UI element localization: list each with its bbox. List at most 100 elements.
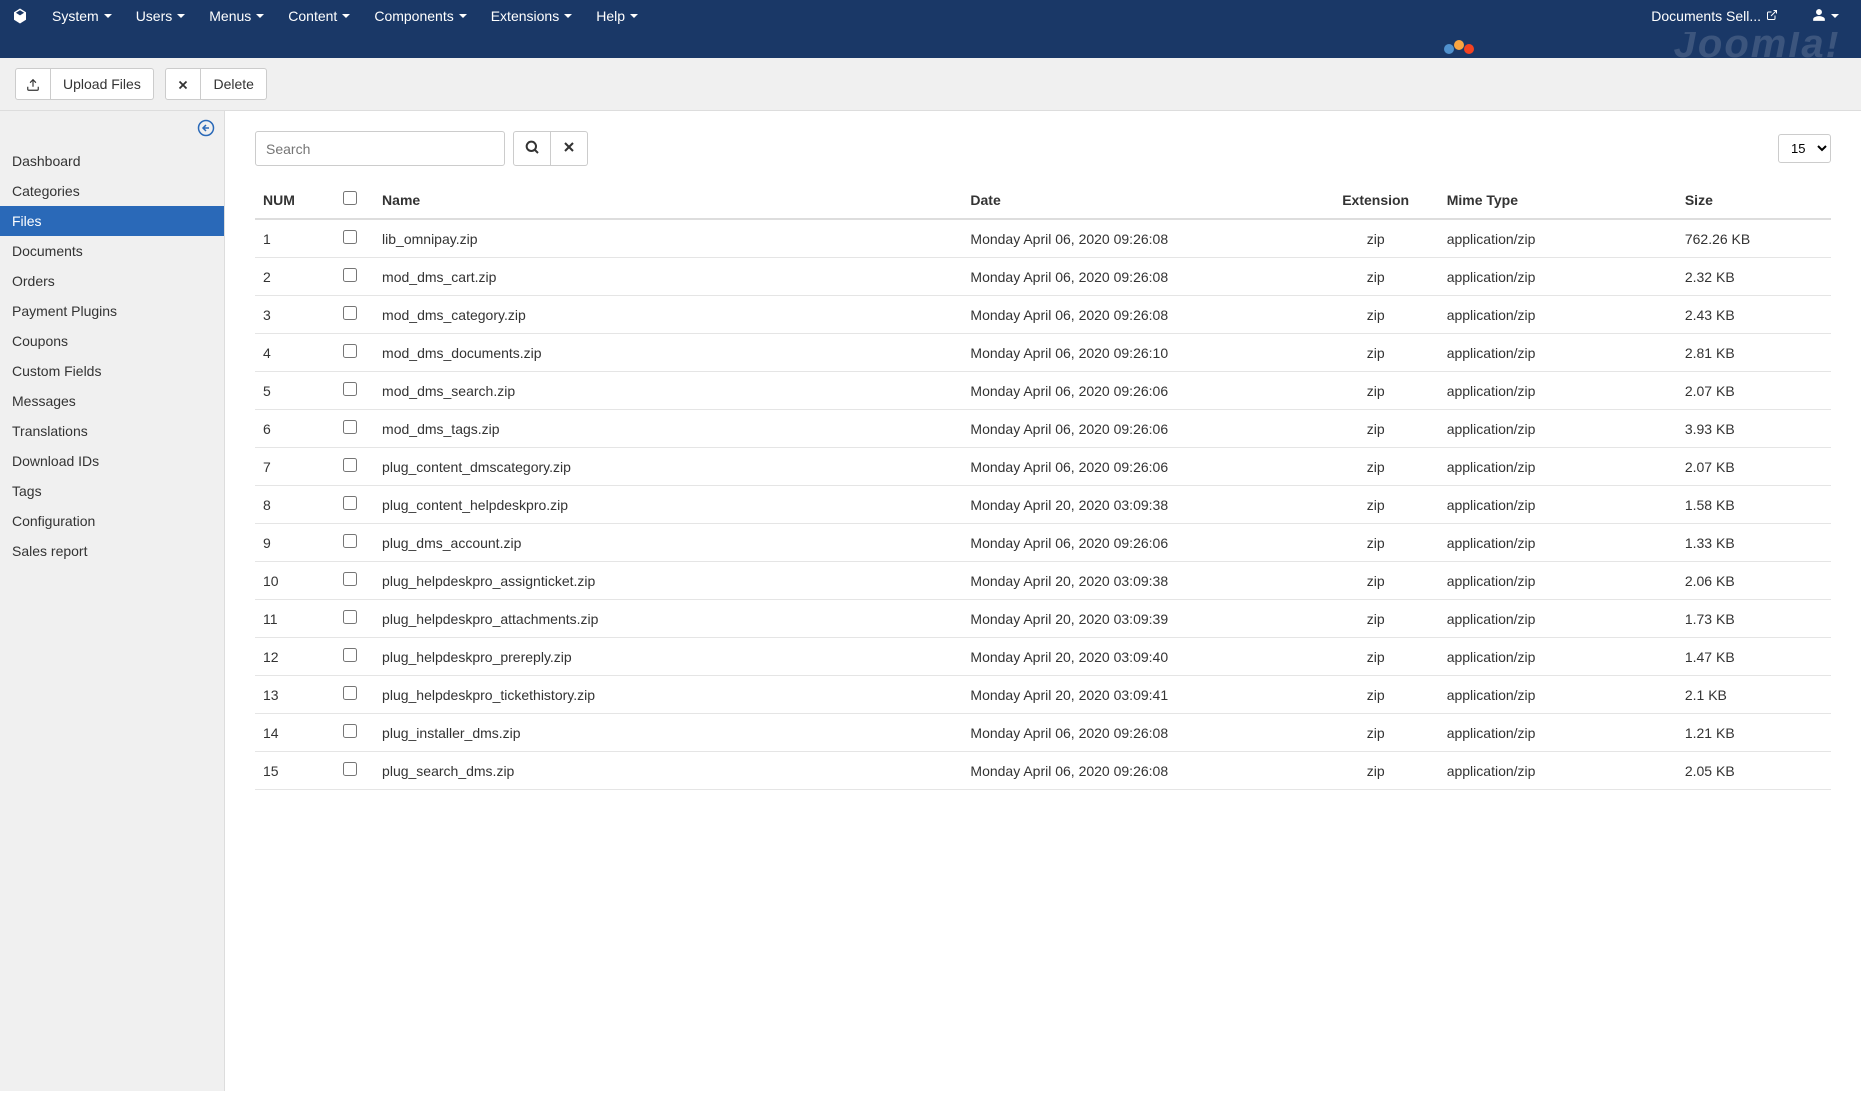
delete-label: Delete [213, 76, 253, 92]
sidebar-item[interactable]: Coupons [0, 326, 224, 356]
sidebar-item[interactable]: Download IDs [0, 446, 224, 476]
nav-item[interactable]: Content [276, 0, 362, 32]
cell-checkbox [325, 562, 374, 600]
col-header-date[interactable]: Date [962, 181, 1312, 219]
row-checkbox[interactable] [343, 762, 357, 776]
sidebar-item[interactable]: Categories [0, 176, 224, 206]
row-checkbox[interactable] [343, 534, 357, 548]
row-checkbox[interactable] [343, 268, 357, 282]
caret-down-icon [104, 14, 112, 18]
col-header-name[interactable]: Name [374, 181, 962, 219]
row-checkbox[interactable] [343, 382, 357, 396]
limit-select[interactable]: 15 [1778, 134, 1831, 163]
delete-button[interactable]: Delete [201, 68, 266, 100]
cell-checkbox [325, 448, 374, 486]
sidebar-item[interactable]: Translations [0, 416, 224, 446]
delete-icon-button[interactable] [165, 68, 201, 100]
cell-name[interactable]: plug_installer_dms.zip [374, 714, 962, 752]
cell-name[interactable]: mod_dms_tags.zip [374, 410, 962, 448]
row-checkbox[interactable] [343, 496, 357, 510]
nav-item[interactable]: System [40, 0, 124, 32]
col-header-num[interactable]: NUM [255, 181, 325, 219]
nav-item[interactable]: Users [124, 0, 198, 32]
cell-checkbox [325, 372, 374, 410]
cell-mime: application/zip [1439, 562, 1677, 600]
sidebar-item[interactable]: Messages [0, 386, 224, 416]
sidebar-item-label: Messages [12, 393, 76, 409]
cell-date: Monday April 06, 2020 09:26:08 [962, 296, 1312, 334]
cell-name[interactable]: plug_content_dmscategory.zip [374, 448, 962, 486]
sidebar-item[interactable]: Payment Plugins [0, 296, 224, 326]
row-checkbox[interactable] [343, 306, 357, 320]
search-submit-button[interactable] [513, 131, 551, 166]
row-checkbox[interactable] [343, 610, 357, 624]
sidebar-item[interactable]: Files [0, 206, 224, 236]
cell-size: 762.26 KB [1677, 219, 1831, 258]
row-checkbox[interactable] [343, 458, 357, 472]
cell-name[interactable]: plug_helpdeskpro_assignticket.zip [374, 562, 962, 600]
joomla-logo-icon[interactable] [10, 6, 30, 26]
cell-name[interactable]: plug_content_helpdeskpro.zip [374, 486, 962, 524]
cell-name[interactable]: mod_dms_cart.zip [374, 258, 962, 296]
row-checkbox[interactable] [343, 724, 357, 738]
table-row: 11plug_helpdeskpro_attachments.zipMonday… [255, 600, 1831, 638]
nav-item[interactable]: Extensions [479, 0, 584, 32]
cell-mime: application/zip [1439, 752, 1677, 790]
cell-checkbox [325, 410, 374, 448]
upload-icon-button[interactable] [15, 68, 51, 100]
row-checkbox[interactable] [343, 572, 357, 586]
user-menu[interactable] [1800, 0, 1851, 32]
nav-item[interactable]: Help [584, 0, 650, 32]
cell-name[interactable]: plug_helpdeskpro_prereply.zip [374, 638, 962, 676]
sidebar-item[interactable]: Custom Fields [0, 356, 224, 386]
cell-extension: zip [1313, 752, 1439, 790]
upload-files-button[interactable]: Upload Files [51, 68, 154, 100]
sidebar-item[interactable]: Sales report [0, 536, 224, 566]
row-checkbox[interactable] [343, 686, 357, 700]
caret-down-icon [459, 14, 467, 18]
cell-name[interactable]: plug_dms_account.zip [374, 524, 962, 562]
sidebar-item[interactable]: Dashboard [0, 146, 224, 176]
sidebar-collapse-button[interactable] [196, 119, 216, 139]
cell-name[interactable]: mod_dms_documents.zip [374, 334, 962, 372]
row-checkbox[interactable] [343, 648, 357, 662]
cell-name[interactable]: plug_helpdeskpro_tickethistory.zip [374, 676, 962, 714]
cell-name[interactable]: mod_dms_category.zip [374, 296, 962, 334]
nav-item[interactable]: Menus [197, 0, 276, 32]
cell-size: 1.47 KB [1677, 638, 1831, 676]
nav-item[interactable]: Components [362, 0, 478, 32]
sidebar-item-label: Payment Plugins [12, 303, 117, 319]
top-navbar: SystemUsersMenusContentComponentsExtensi… [0, 0, 1861, 32]
check-all-checkbox[interactable] [343, 191, 357, 205]
cell-num: 3 [255, 296, 325, 334]
cell-name[interactable]: plug_search_dms.zip [374, 752, 962, 790]
sidebar-item[interactable]: Configuration [0, 506, 224, 536]
navbar-right: Documents Sell... [1639, 0, 1851, 32]
sidebar-item[interactable]: Orders [0, 266, 224, 296]
site-frontend-link[interactable]: Documents Sell... [1639, 0, 1790, 32]
cell-num: 11 [255, 600, 325, 638]
table-row: 4mod_dms_documents.zipMonday April 06, 2… [255, 334, 1831, 372]
row-checkbox[interactable] [343, 344, 357, 358]
cell-name[interactable]: mod_dms_search.zip [374, 372, 962, 410]
sidebar: DashboardCategoriesFilesDocumentsOrders P… [0, 111, 225, 1091]
row-checkbox[interactable] [343, 230, 357, 244]
col-header-size[interactable]: Size [1677, 181, 1831, 219]
cell-date: Monday April 06, 2020 09:26:08 [962, 714, 1312, 752]
search-clear-button[interactable] [551, 131, 588, 166]
row-checkbox[interactable] [343, 420, 357, 434]
cell-name[interactable]: plug_helpdeskpro_attachments.zip [374, 600, 962, 638]
cell-size: 1.73 KB [1677, 600, 1831, 638]
table-row: 7plug_content_dmscategory.zipMonday Apri… [255, 448, 1831, 486]
search-input[interactable] [255, 131, 505, 166]
cell-name[interactable]: lib_omnipay.zip [374, 219, 962, 258]
col-header-extension[interactable]: Extension [1313, 181, 1439, 219]
col-header-mime[interactable]: Mime Type [1439, 181, 1677, 219]
sidebar-item[interactable]: Tags [0, 476, 224, 506]
files-table: NUM Name Date Extension Mime Type Size 1… [255, 181, 1831, 790]
sidebar-item[interactable]: Documents [0, 236, 224, 266]
cell-num: 15 [255, 752, 325, 790]
table-row: 3 mod_dms_category.zipMonday April 06, 20… [255, 296, 1831, 334]
table-row: 8plug_content_helpdeskpro.zipMonday Apri… [255, 486, 1831, 524]
cell-mime: application/zip [1439, 600, 1677, 638]
